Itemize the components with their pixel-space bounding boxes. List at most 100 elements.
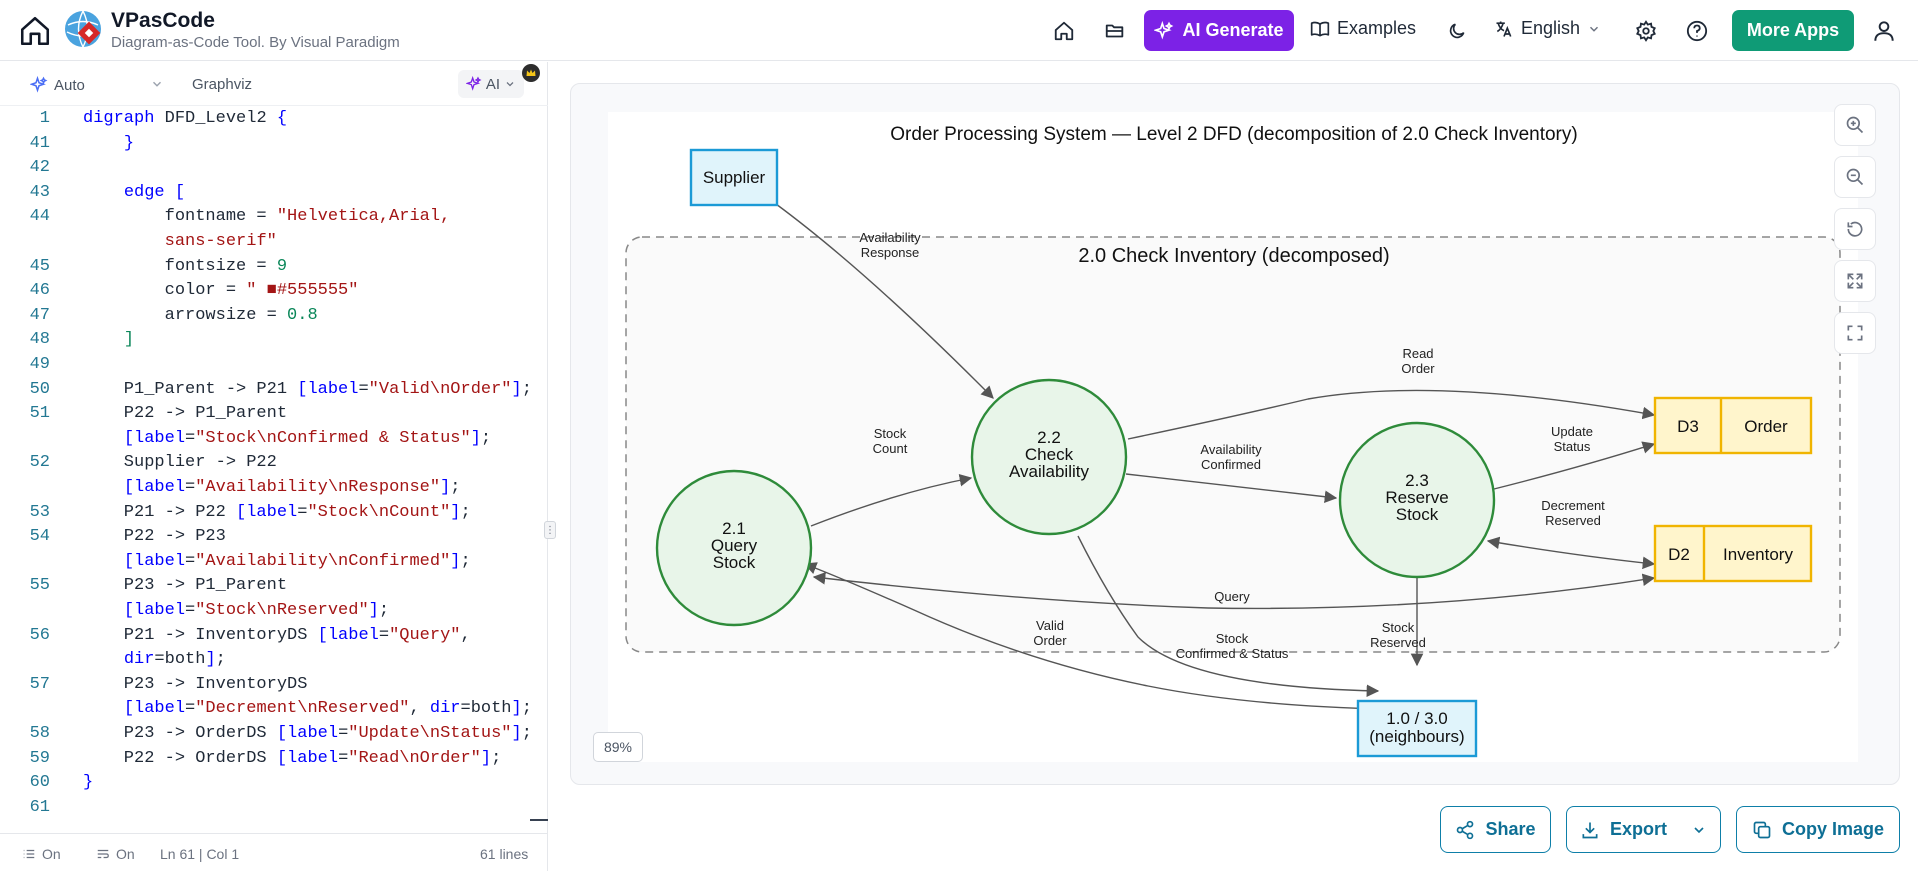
code-line[interactable]: [label="Availability\nResponse"];	[0, 478, 530, 502]
zoom-out-icon	[1846, 168, 1864, 186]
share-button[interactable]: Share	[1440, 806, 1551, 853]
line-number: 55	[29, 576, 50, 596]
code-line[interactable]: [label="Stock\nConfirmed & Status"];	[0, 429, 530, 453]
line-count: 61 lines	[480, 846, 529, 862]
fit-icon	[1847, 273, 1863, 289]
code-line[interactable]: 55 P23 -> P1_Parent	[0, 576, 530, 600]
export-button[interactable]: Export	[1566, 806, 1721, 853]
line-number: 56	[29, 625, 50, 645]
language-select[interactable]: English	[1494, 18, 1601, 39]
zoom-out-button[interactable]	[1834, 156, 1876, 198]
code-line[interactable]: 59 P22 -> OrderDS [label="Read\nOrder"];	[0, 749, 530, 773]
code-text: dir=both];	[123, 650, 226, 670]
copy-icon	[1753, 821, 1771, 838]
code-line[interactable]: 47 arrowsize = 0.8	[0, 306, 530, 330]
code-line[interactable]: 57 P23 -> InventoryDS	[0, 675, 530, 699]
code-line[interactable]: 1 digraph DFD_Level2 {	[0, 109, 530, 133]
code-line[interactable]: 52 Supplier -> P22	[0, 453, 530, 477]
scrollbar-thumb[interactable]	[530, 819, 548, 821]
code-text: [label="Stock\nConfirmed & Status"];	[123, 428, 492, 448]
code-line[interactable]: 44 fontname = "Helvetica,Arial,	[0, 207, 530, 231]
code-text: P23 -> P1_Parent	[83, 576, 288, 596]
code-line[interactable]: 42	[0, 158, 530, 182]
ai-generate-button[interactable]: AI Generate	[1144, 10, 1294, 51]
line-number: 42	[29, 158, 50, 178]
copy-image-button[interactable]: Copy Image	[1736, 806, 1900, 853]
code-line[interactable]: 53 P21 -> P22 [label="Stock\nCount"];	[0, 503, 530, 527]
line-number: 48	[29, 330, 50, 350]
edge-label-decrement-reserved: Decrement Reserved	[1541, 498, 1605, 528]
line-number: 58	[29, 724, 50, 743]
code-line[interactable]: [label="Availability\nConfirmed"];	[0, 552, 530, 576]
engine-label[interactable]: Graphviz	[192, 76, 252, 93]
code-line[interactable]: 56 P21 -> InventoryDS [label="Query",	[0, 626, 530, 650]
code-text: sans-serif"	[164, 232, 277, 251]
resize-handle[interactable]: ⋮	[544, 521, 556, 539]
ai-assist-button[interactable]: AI	[458, 70, 524, 98]
zoom-in-button[interactable]	[1834, 104, 1876, 146]
line-number: 43	[29, 182, 50, 202]
code-text: }	[83, 773, 94, 793]
code-text: color = " ■#555555"	[83, 281, 359, 301]
edge-label-availability-confirmed: Availability Confirmed	[1200, 442, 1262, 472]
translate-icon	[1496, 21, 1512, 37]
wrap-toggle[interactable]: On	[22, 846, 61, 862]
home-icon[interactable]	[16, 12, 54, 50]
fit-view-button[interactable]	[1834, 260, 1876, 302]
edge-label-stock-count: Stock Count	[873, 426, 908, 456]
sparkle-icon	[1154, 20, 1174, 39]
open-folder-icon[interactable]	[1098, 14, 1132, 48]
mode-select[interactable]: Auto	[30, 76, 85, 94]
cursor-position: Ln 61 | Col 1	[160, 846, 240, 862]
diagram-title: Order Processing System — Level 2 DFD (d…	[890, 124, 1577, 145]
diagram-preview[interactable]: Order Processing System — Level 2 DFD (d…	[608, 112, 1858, 762]
chevron-down-icon[interactable]	[150, 77, 164, 96]
examples-button[interactable]: Examples	[1310, 18, 1416, 39]
home-nav-icon[interactable]	[1047, 14, 1081, 48]
code-line[interactable]: 61	[0, 798, 530, 822]
code-line[interactable]: [label="Stock\nReserved"];	[0, 601, 530, 625]
status-bar: On On Ln 61 | Col 1 61 lines	[0, 833, 548, 871]
code-line[interactable]: 43 edge [	[0, 183, 530, 207]
code-line[interactable]: 49	[0, 355, 530, 379]
list-icon	[23, 849, 35, 859]
code-text-area[interactable]: 1 digraph DFD_Level2 {41 } 42 43 edge [44 f…	[0, 109, 532, 879]
code-line[interactable]: 51 P22 -> P1_Parent	[0, 404, 530, 428]
code-text: P1_Parent -> P21 [label="Valid\nOrder"];	[83, 379, 532, 399]
settings-gear-icon[interactable]	[1629, 14, 1663, 48]
line-number: 60	[29, 773, 50, 793]
format-toggle[interactable]: On	[96, 846, 135, 862]
code-line[interactable]: 41 }	[0, 134, 530, 158]
code-line[interactable]: 46 color = " ■#555555"	[0, 281, 530, 305]
line-number: 54	[29, 527, 50, 547]
code-line[interactable]: 50 P1_Parent -> P21 [label="Valid\nOrder…	[0, 379, 532, 404]
code-line[interactable]: 45 fontsize = 9	[0, 257, 530, 281]
code-line[interactable]: dir=both];	[0, 650, 530, 674]
code-text: }	[123, 133, 135, 153]
code-line[interactable]: sans-serif"	[0, 232, 530, 256]
cluster-label: 2.0 Check Inventory (decomposed)	[1078, 245, 1389, 267]
dark-mode-icon[interactable]	[1440, 14, 1474, 48]
code-text: fontsize = 9	[83, 256, 288, 276]
code-text: Supplier -> P22	[83, 453, 277, 473]
chevron-down-icon	[1694, 826, 1704, 833]
line-number: 53	[29, 502, 50, 522]
wrap-status: On	[42, 846, 61, 862]
fullscreen-button[interactable]	[1834, 312, 1876, 354]
code-text: fontname = "Helvetica,Arial,	[83, 207, 451, 227]
code-line[interactable]: 58 P23 -> OrderDS [label="Update\nStatus…	[0, 724, 532, 748]
edge-label-read-order: Read Order	[1401, 346, 1435, 376]
code-text: [label="Availability\nConfirmed"];	[123, 551, 471, 571]
code-editor-panel: Auto Graphviz AI 1 digraph DFD_Level2 {41…	[0, 62, 556, 871]
more-apps-button[interactable]: More Apps	[1732, 10, 1854, 51]
code-line[interactable]: 54 P22 -> P23	[0, 527, 530, 551]
code-line[interactable]: 60}	[0, 773, 530, 797]
code-line[interactable]: [label="Decrement\nReserved", dir=both];	[0, 699, 532, 723]
user-avatar-icon[interactable]	[1867, 14, 1901, 48]
code-line[interactable]: 48 ]	[0, 330, 530, 354]
help-icon[interactable]	[1680, 14, 1714, 48]
line-number: 41	[29, 133, 50, 153]
fullscreen-icon	[1847, 325, 1863, 341]
reset-view-button[interactable]	[1834, 208, 1876, 250]
supplier-label: Supplier	[703, 168, 766, 187]
